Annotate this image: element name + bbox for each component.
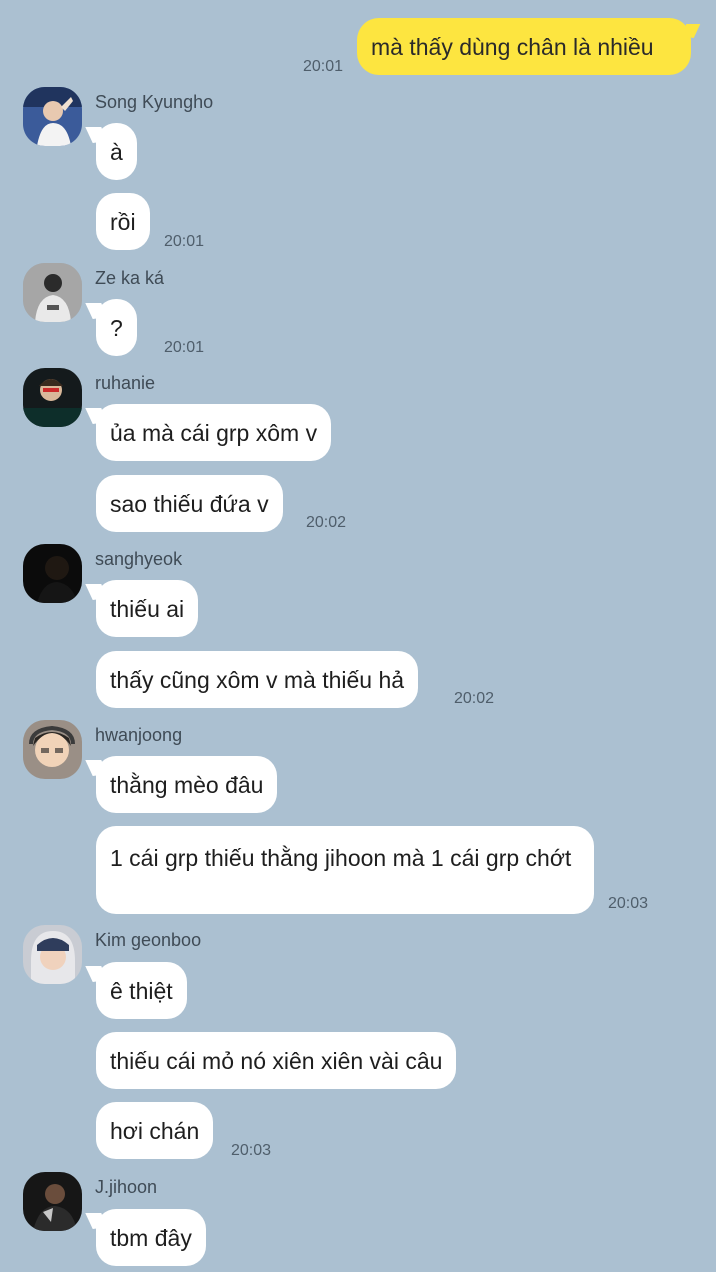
message-bubble[interactable]: rồi [96, 193, 150, 250]
message-bubble[interactable]: ? [96, 299, 137, 356]
message-text: hơi chán [110, 1118, 200, 1144]
avatar[interactable] [23, 720, 82, 779]
profile-photo-icon [23, 368, 82, 427]
message-time: 20:01 [303, 58, 344, 75]
message-text: mà thấy dùng chân là nhiều [371, 34, 654, 60]
avatar[interactable] [23, 368, 82, 427]
avatar[interactable] [23, 1172, 82, 1231]
message-time: 20:01 [164, 233, 205, 250]
message-text: thiếu ai [110, 596, 185, 622]
profile-photo-icon [23, 1172, 82, 1231]
message-text: ê thiệt [110, 978, 173, 1004]
sender-name: J.jihoon [95, 1177, 158, 1197]
my-message-bubble[interactable]: mà thấy dùng chân là nhiều [357, 18, 691, 75]
sender-name: hwanjoong [95, 725, 183, 745]
profile-photo-icon [23, 720, 82, 779]
avatar[interactable] [23, 263, 82, 322]
sender-name: sanghyeok [95, 549, 183, 569]
message-bubble[interactable]: ê thiệt [96, 962, 187, 1019]
sender-name: ruhanie [95, 373, 156, 393]
message-bubble[interactable]: à [96, 123, 137, 180]
avatar[interactable] [23, 87, 82, 146]
message-text: tbm đây [110, 1225, 192, 1251]
message-text: thiếu cái mỏ nó xiên xiên vài câu [110, 1048, 443, 1074]
message-text: thấy cũng xôm v mà thiếu hả [110, 667, 405, 693]
sender-name: Kim geonboo [95, 930, 202, 950]
message-text: 1 cái grp thiếu thằng jihoon mà 1 cái gr… [110, 845, 572, 871]
message-time: 20:03 [608, 895, 649, 912]
message-bubble[interactable]: sao thiếu đứa v [96, 475, 283, 532]
profile-photo-icon [23, 263, 82, 322]
message-text: rồi [110, 209, 136, 235]
message-bubble[interactable]: hơi chán [96, 1102, 214, 1159]
message-time: 20:02 [454, 690, 495, 707]
message-bubble[interactable]: thiếu cái mỏ nó xiên xiên vài câu [96, 1032, 457, 1089]
message-time: 20:03 [231, 1142, 272, 1159]
message-text: ủa mà cái grp xôm v [110, 420, 318, 446]
message-text: à [110, 139, 123, 165]
message-bubble[interactable]: thằng mèo đâu [96, 756, 278, 813]
profile-photo-icon [23, 925, 82, 984]
message-bubble[interactable]: thiếu ai [96, 580, 199, 637]
message-text: sao thiếu đứa v [110, 491, 269, 517]
message-bubble[interactable]: tbm đây [96, 1209, 206, 1266]
avatar[interactable] [23, 925, 82, 984]
message-bubble[interactable]: 1 cái grp thiếu thằng jihoon mà 1 cái gr… [96, 826, 594, 914]
avatar[interactable] [23, 544, 82, 603]
message-time: 20:01 [164, 339, 205, 356]
profile-photo-icon [23, 87, 82, 146]
message-text: ? [110, 315, 123, 341]
message-bubble[interactable]: ủa mà cái grp xôm v [96, 404, 332, 461]
message-bubble[interactable]: thấy cũng xôm v mà thiếu hả [96, 651, 419, 708]
message-text: thằng mèo đâu [110, 772, 264, 798]
sender-name: Ze ka ká [95, 268, 165, 288]
profile-photo-icon [23, 544, 82, 603]
sender-name: Song Kyungho [95, 92, 214, 112]
message-time: 20:02 [306, 514, 347, 531]
